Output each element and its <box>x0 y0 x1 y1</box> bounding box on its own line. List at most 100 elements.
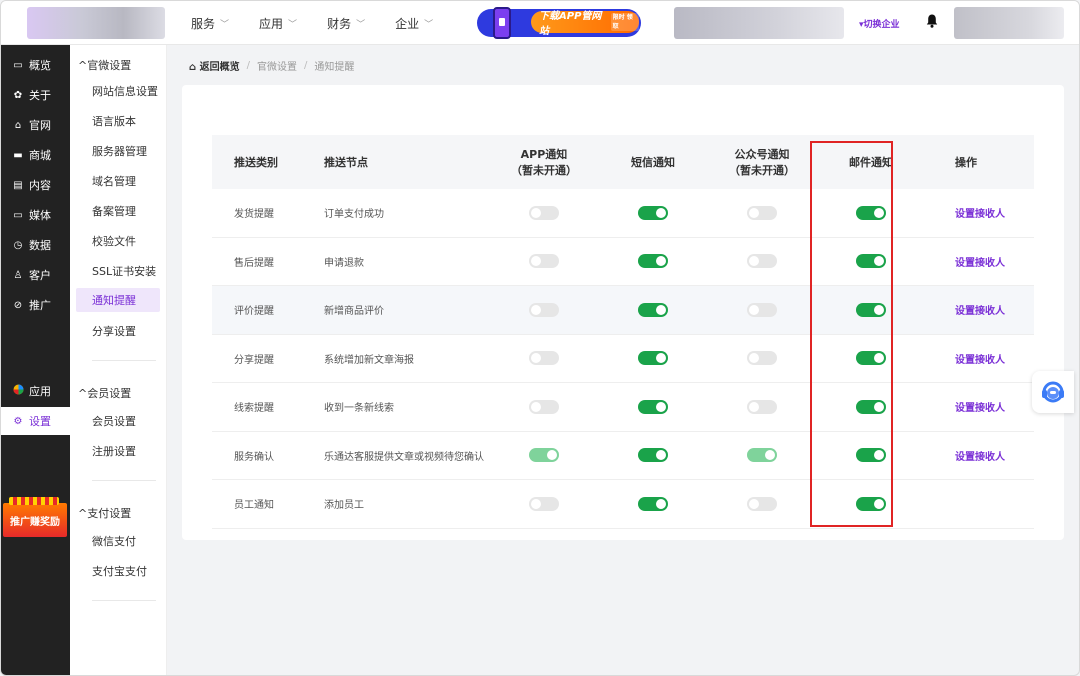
nav-apps[interactable]: 应用 ﹀ <box>259 15 297 32</box>
toggle-knob <box>749 256 759 267</box>
wechat-notification-toggle[interactable] <box>747 351 777 366</box>
wechat-notification-toggle[interactable] <box>747 254 777 269</box>
cell-wechat <box>707 351 817 366</box>
sidebar-item-settings[interactable]: ⚙ 设置 <box>1 407 70 435</box>
wechat-notification-toggle[interactable] <box>747 448 777 463</box>
set-recipient-link[interactable]: 设置接收人 <box>955 403 1005 414</box>
chevron-down-icon: ﹀ <box>356 19 366 30</box>
nav-enterprise[interactable]: 企业 ﹀ <box>395 15 433 32</box>
wechat-notification-toggle[interactable] <box>747 399 777 414</box>
set-recipient-link[interactable]: 设置接收人 <box>955 355 1005 366</box>
sidebar-item-website[interactable]: ⌂ 官网 <box>1 111 70 139</box>
set-recipient-link[interactable]: 设置接收人 <box>955 258 1005 269</box>
sidebar-item-about[interactable]: ✿ 关于 <box>1 81 70 109</box>
sms-notification-toggle[interactable] <box>638 205 668 220</box>
set-recipient-link[interactable]: 设置接收人 <box>955 209 1005 220</box>
cell-sms <box>599 302 707 317</box>
brand-logo[interactable] <box>27 7 165 39</box>
app-notification-toggle[interactable] <box>529 254 559 269</box>
sidebar-item-content[interactable]: ▤ 内容 <box>1 171 70 199</box>
sidebar-item-data[interactable]: ◷ 数据 <box>1 231 70 259</box>
sub-item-share[interactable]: 分享设置 <box>76 319 160 343</box>
sub-item-notifications[interactable]: 通知提醒 <box>76 288 160 312</box>
app-notification-toggle[interactable] <box>529 399 559 414</box>
document-icon: ▤ <box>13 179 23 191</box>
header-app-label: APP通知 <box>520 148 568 161</box>
toggle-knob <box>656 207 666 218</box>
sub-item-domain[interactable]: 域名管理 <box>76 169 160 193</box>
cell-sms <box>599 496 707 511</box>
sub-item-member[interactable]: 会员设置 <box>76 409 160 433</box>
user-icon: ♙ <box>13 269 23 281</box>
sms-notification-toggle[interactable] <box>638 351 668 366</box>
sub-item-wechat-pay[interactable]: 微信支付 <box>76 529 160 553</box>
headset-icon <box>1042 381 1064 403</box>
app-notification-toggle[interactable] <box>529 205 559 220</box>
nav-apps-label: 应用 <box>259 16 284 31</box>
sidebar-item-promotion[interactable]: ⊘ 推广 <box>1 291 70 319</box>
sms-notification-toggle[interactable] <box>638 496 668 511</box>
group-official-settings[interactable]: ^官微设置 <box>78 57 131 73</box>
bell-icon[interactable] <box>926 14 938 28</box>
group-payment-settings[interactable]: ^支付设置 <box>78 505 131 521</box>
breadcrumb-home[interactable]: ⌂ 返回概览 <box>189 58 240 73</box>
sub-item-icp[interactable]: 备案管理 <box>76 199 160 223</box>
table-row: 服务确认 乐通达客服提供文章或视频待您确认 设置接收人 <box>212 432 1034 480</box>
toggle-knob <box>531 401 541 412</box>
sms-notification-toggle[interactable] <box>638 302 668 317</box>
sidebar-item-shop[interactable]: ▬ 商城 <box>1 141 70 169</box>
app-notification-toggle[interactable] <box>529 448 559 463</box>
clock-icon: ◷ <box>13 239 23 251</box>
toggle-knob <box>656 498 666 509</box>
app-notification-toggle[interactable] <box>529 496 559 511</box>
sidebar-item-overview[interactable]: ▭ 概览 <box>1 51 70 79</box>
sms-notification-toggle[interactable] <box>638 254 668 269</box>
sub-item-language[interactable]: 语言版本 <box>76 109 160 133</box>
sub-item-register[interactable]: 注册设置 <box>76 439 160 463</box>
breadcrumb-level1[interactable]: 官微设置 <box>257 58 297 73</box>
cell-app <box>489 254 599 269</box>
sub-item-site-info[interactable]: 网站信息设置 <box>76 79 160 103</box>
set-recipient-link[interactable]: 设置接收人 <box>955 306 1005 317</box>
toggle-knob <box>749 498 759 509</box>
wechat-notification-toggle[interactable] <box>747 496 777 511</box>
wechat-notification-toggle[interactable] <box>747 205 777 220</box>
cell-node: 添加员工 <box>324 500 364 512</box>
sidebar-item-apps[interactable]: 应用 <box>1 377 70 405</box>
header-wechat: 公众号通知 （暂未开通） <box>707 146 817 178</box>
group-member-settings[interactable]: ^会员设置 <box>78 385 131 401</box>
sub-sidebar: ^官微设置 网站信息设置 语言版本 服务器管理 域名管理 备案管理 校验文件 S… <box>70 45 167 675</box>
shop-icon: ▬ <box>13 149 23 161</box>
nav-enterprise-label: 企业 <box>395 16 420 31</box>
cell-type: 评价提醒 <box>234 306 274 318</box>
top-nav: 服务 ﹀ 应用 ﹀ 财务 ﹀ 企业 ﹀ <box>191 1 463 45</box>
toggle-knob <box>531 207 541 218</box>
cell-node: 系统增加新文章海报 <box>324 354 414 366</box>
sub-item-server[interactable]: 服务器管理 <box>76 139 160 163</box>
sidebar-item-customers[interactable]: ♙ 客户 <box>1 261 70 289</box>
sub-item-ssl[interactable]: SSL证书安装 <box>76 259 160 283</box>
sms-notification-toggle[interactable] <box>638 448 668 463</box>
email-column-highlight <box>810 141 893 527</box>
wechat-notification-toggle[interactable] <box>747 302 777 317</box>
app-notification-toggle[interactable] <box>529 302 559 317</box>
sms-notification-toggle[interactable] <box>638 399 668 414</box>
sub-item-alipay[interactable]: 支付宝支付 <box>76 559 160 583</box>
user-avatar[interactable] <box>954 7 1064 39</box>
gear-icon: ✿ <box>13 89 23 101</box>
switch-enterprise-link[interactable]: ▾切换企业 <box>859 17 900 30</box>
promo-banner[interactable]: 推广赚奖励 <box>3 497 67 537</box>
sidebar-item-media[interactable]: ▭ 媒体 <box>1 201 70 229</box>
download-app-button[interactable]: 下载APP管网站 限时 领取 <box>531 11 639 37</box>
cell-node: 申请退款 <box>324 257 364 269</box>
cell-action: 设置接收人 <box>925 254 1034 269</box>
customer-support-button[interactable] <box>1032 371 1074 413</box>
notification-table: 推送类别 推送节点 APP通知 （暂未开通） 短信通知 公众号通知 （暂未开通） 邮… <box>212 135 1034 529</box>
nav-finance[interactable]: 财务 ﹀ <box>327 15 365 32</box>
sidebar-item-label: 概览 <box>29 59 51 72</box>
cell-sms <box>599 399 707 414</box>
sub-item-verify-file[interactable]: 校验文件 <box>76 229 160 253</box>
nav-services[interactable]: 服务 ﹀ <box>191 15 229 32</box>
app-notification-toggle[interactable] <box>529 351 559 366</box>
set-recipient-link[interactable]: 设置接收人 <box>955 452 1005 463</box>
